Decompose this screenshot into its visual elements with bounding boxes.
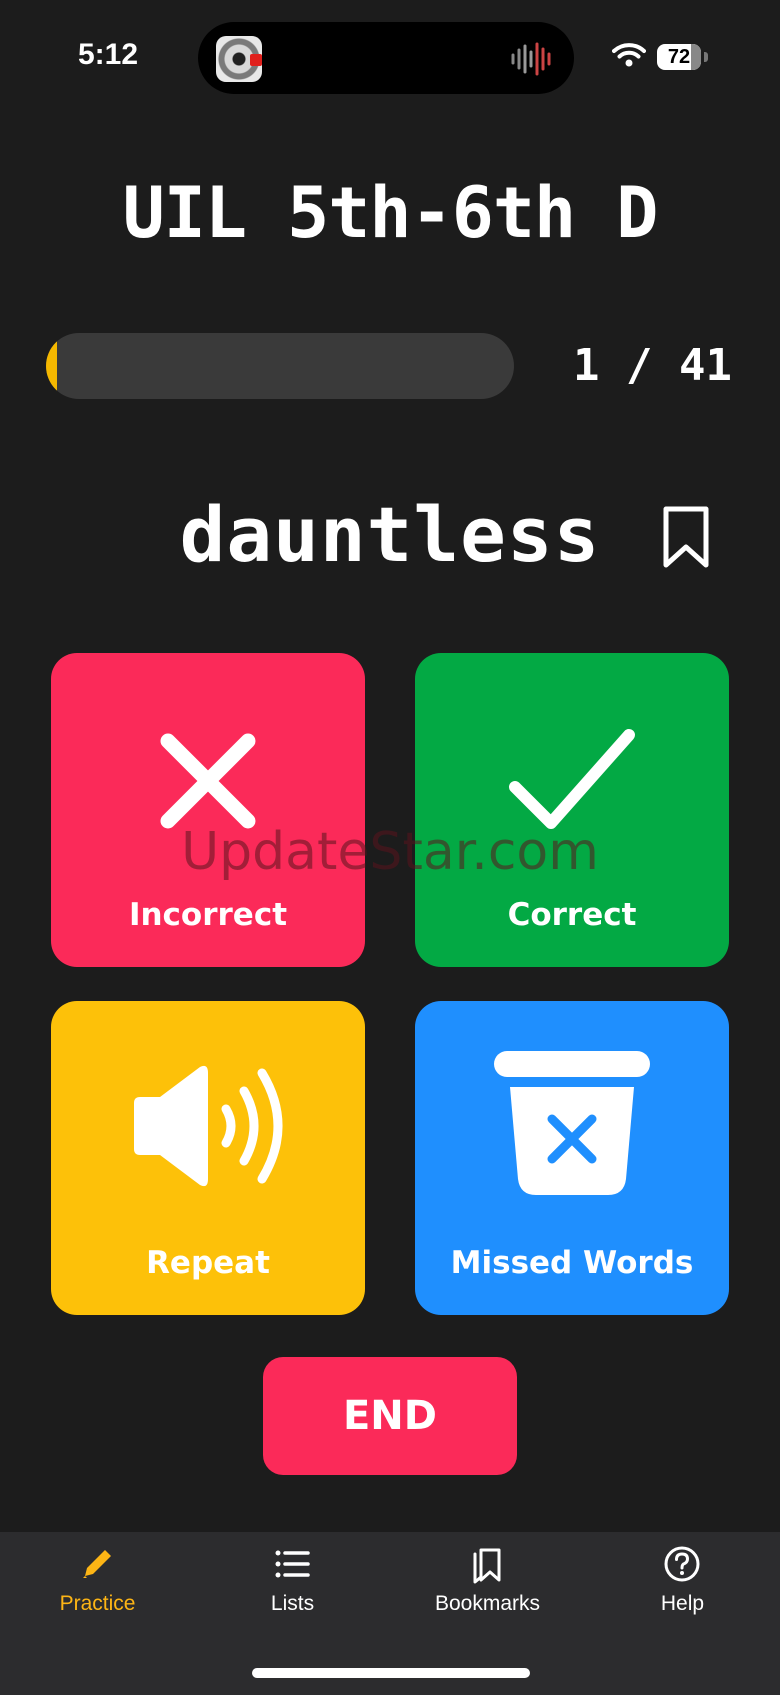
incorrect-label: Incorrect bbox=[128, 897, 288, 933]
x-mark-icon bbox=[160, 733, 256, 829]
home-indicator bbox=[252, 1668, 530, 1678]
dynamic-island[interactable] bbox=[198, 22, 574, 94]
tab-label: Help bbox=[660, 1592, 705, 1615]
tab-bookmarks[interactable]: Bookmarks bbox=[390, 1532, 585, 1652]
repeat-button[interactable]: Repeat bbox=[51, 1001, 365, 1315]
speaker-icon bbox=[134, 1065, 283, 1187]
battery-level: 72 bbox=[667, 46, 691, 68]
repeat-label: Repeat bbox=[146, 1245, 270, 1281]
progress-counter: 1 / 41 bbox=[573, 340, 732, 391]
audio-waveform-icon bbox=[511, 42, 551, 76]
tab-practice[interactable]: Practice bbox=[0, 1532, 195, 1652]
tab-label: Practice bbox=[59, 1592, 136, 1615]
missed-words-label: Missed Words bbox=[450, 1245, 694, 1281]
tab-help[interactable]: Help bbox=[585, 1532, 780, 1652]
status-time: 5:12 bbox=[78, 38, 139, 71]
wifi-icon bbox=[612, 43, 646, 67]
bookmark-icon[interactable] bbox=[660, 505, 712, 569]
end-button[interactable]: END bbox=[263, 1357, 517, 1475]
battery-tip bbox=[704, 52, 708, 62]
progress-bar bbox=[46, 333, 514, 399]
page-title: UIL 5th-6th D bbox=[122, 172, 659, 254]
missed-words-button[interactable]: Missed Words bbox=[415, 1001, 729, 1315]
list-icon bbox=[275, 1550, 310, 1578]
battery-icon: 72 bbox=[657, 44, 701, 70]
pencil-icon bbox=[83, 1550, 111, 1578]
incorrect-button[interactable]: Incorrect bbox=[51, 653, 365, 967]
bookmarks-icon bbox=[473, 1548, 501, 1584]
correct-button[interactable]: Correct bbox=[415, 653, 729, 967]
progress-fill bbox=[46, 333, 58, 399]
tab-label: Lists bbox=[270, 1592, 315, 1615]
help-icon bbox=[664, 1546, 700, 1582]
trash-x-icon bbox=[494, 1051, 650, 1195]
tab-label: Bookmarks bbox=[434, 1592, 541, 1615]
correct-label: Correct bbox=[507, 897, 637, 933]
app-icon[interactable] bbox=[216, 36, 262, 82]
tab-lists[interactable]: Lists bbox=[195, 1532, 390, 1652]
checkmark-icon bbox=[509, 729, 635, 829]
